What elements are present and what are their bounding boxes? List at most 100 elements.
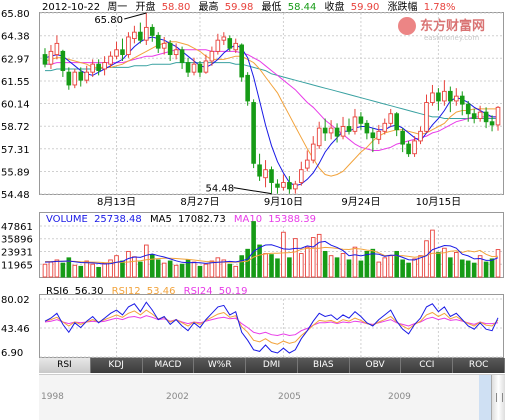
svg-text:RSI6 56.30 RSI: RSI6 56.30 RSI12 53.46 RSI24 50.19 (46, 286, 247, 297)
candle-body (293, 183, 298, 190)
candle-body (167, 42, 173, 56)
volume-bar (269, 254, 274, 278)
volume-tick-label: 35896 (1, 235, 33, 246)
tab-bias[interactable]: BIAS (297, 358, 350, 373)
rsi24-value: 50.19 (219, 286, 248, 297)
price-tick-label: 61.55 (1, 77, 30, 88)
timeline-drag-handle[interactable] (491, 375, 505, 420)
volume-panel: VOLUME 25738.48 MA5 17082.73 MA10 15388.… (1, 212, 504, 278)
volume-bar (275, 258, 280, 278)
candle-body (227, 38, 233, 49)
svg-text:2012-10-22 周一 开盘: 2012-10-22 周一 开盘 58.80 最高 59.98 最低 58.44… (42, 0, 456, 13)
candle-body (489, 121, 495, 126)
volume-bar (48, 261, 54, 278)
candle (132, 25, 137, 44)
candle-body (78, 71, 84, 81)
candle (406, 140, 411, 157)
rsi-line-rsi12 (44, 309, 499, 345)
candle-body (54, 42, 60, 56)
tab-rsi[interactable]: RSI (39, 358, 91, 373)
candle (304, 150, 310, 172)
candle-body (310, 143, 316, 161)
tab-roc[interactable]: ROC (453, 358, 505, 373)
volume-bar (453, 252, 459, 278)
volume-bar (72, 264, 78, 278)
candle-body (126, 36, 131, 56)
change-value: 1.78% (424, 2, 456, 13)
rsi-y-axis: 80.02 43.46 6.90 (1, 295, 30, 358)
high-value: 59.98 (225, 2, 254, 13)
tab-cci[interactable]: CCI (401, 358, 454, 373)
volume-bar (412, 258, 417, 278)
candle (281, 174, 286, 191)
volume-bar (209, 260, 215, 278)
candle (114, 41, 119, 60)
candle (299, 161, 304, 186)
candle-body (340, 126, 346, 137)
tab-macd[interactable]: MACD (142, 358, 195, 373)
rsi12-value: 53.46 (147, 286, 176, 297)
volume-bar (328, 255, 334, 278)
volume-bar (251, 221, 256, 278)
candle (394, 112, 399, 137)
volume-bar (424, 240, 429, 278)
candle-body (453, 95, 459, 102)
candle-body (209, 50, 215, 62)
volume-bar (281, 231, 286, 278)
candle (328, 120, 334, 140)
volume-bar (299, 253, 304, 278)
candle-body (221, 36, 227, 41)
ma5-line (44, 36, 498, 187)
candle (418, 126, 423, 145)
candle-body (287, 182, 292, 190)
candle-body (328, 127, 334, 134)
price-tick-label: 57.31 (1, 145, 30, 156)
volume-bar (78, 265, 84, 278)
candle (448, 86, 453, 113)
tab-obv[interactable]: OBV (349, 358, 402, 373)
volume-bar (352, 246, 358, 278)
candle (233, 38, 239, 53)
indicator-tabs: RSI KDJ MACD W%R DMI BIAS OBV CCI ROC (39, 358, 505, 373)
tab-wr[interactable]: W%R (194, 358, 247, 373)
candle (495, 106, 501, 131)
candle-body (394, 113, 399, 131)
volume-bar (376, 261, 382, 278)
timeline-year: 2002 (166, 392, 189, 402)
volume-bar (489, 258, 495, 278)
volume-legend-label: VOLUME (46, 214, 88, 225)
candle-body (388, 113, 394, 124)
volume-bar (42, 263, 48, 278)
candle-body (263, 169, 268, 179)
volume-bar (120, 260, 125, 278)
price-x-axis: 8月13日 8月27日 9月10日 9月24日 10月15日 (97, 196, 461, 208)
timeline-year: 2009 (388, 392, 411, 402)
watermark-icon (398, 17, 416, 35)
candle-body (495, 106, 501, 126)
volume-bar (167, 260, 173, 278)
tab-kdj[interactable]: KDJ (90, 358, 143, 373)
candle (376, 124, 382, 145)
timeline-navigator[interactable]: 1998 2002 2005 2009 (39, 374, 505, 420)
tab-dmi[interactable]: DMI (246, 358, 298, 373)
volume-bar (495, 249, 501, 278)
candle (483, 107, 489, 129)
candle-body (406, 143, 411, 155)
candle (239, 43, 244, 82)
price-tick-label: 54.48 (1, 190, 30, 201)
volume-bar (161, 262, 167, 278)
volume-bar (126, 250, 131, 278)
volume-bar (459, 259, 465, 278)
candle (322, 118, 328, 141)
volume-tick-label: 11965 (1, 260, 33, 271)
price-tick-label: 55.89 (1, 167, 30, 178)
candle-body (358, 116, 364, 124)
volume-bar (418, 255, 423, 278)
candle (42, 48, 48, 68)
volume-bar (245, 248, 250, 278)
candle (60, 49, 66, 77)
candle-body (120, 49, 125, 56)
volume-bar (227, 263, 233, 278)
candle (245, 72, 250, 106)
low-marker-label: 54.48 (206, 184, 235, 195)
